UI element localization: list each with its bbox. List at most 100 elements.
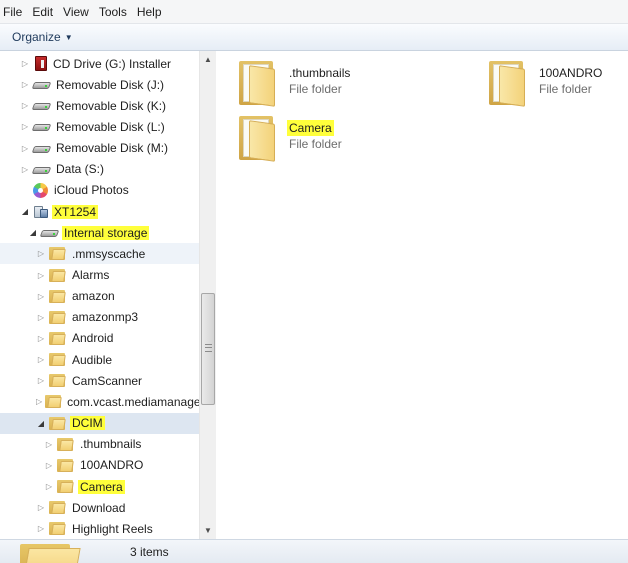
folder-icon xyxy=(49,373,66,388)
tree-item-label: Data (S:) xyxy=(56,162,105,177)
folder-icon xyxy=(49,521,66,536)
tree-item-label: amazon xyxy=(72,289,115,304)
folder-icon xyxy=(49,416,66,431)
tree-item-removable-disk-l[interactable]: ▷ Removable Disk (L:) xyxy=(0,116,199,137)
expand-arrow-icon[interactable]: ▷ xyxy=(36,397,42,407)
tree-item-removable-disk-j[interactable]: ▷ Removable Disk (J:) xyxy=(0,74,199,95)
navigation-scrollbar[interactable]: ▲ ▼ xyxy=(199,51,216,539)
menu-view[interactable]: View xyxy=(58,0,94,24)
folder-icon xyxy=(237,59,281,107)
menu-file[interactable]: File xyxy=(0,0,27,24)
expand-arrow-icon[interactable]: ▷ xyxy=(36,249,46,259)
tree-item-android[interactable]: ▷ Android xyxy=(0,328,199,349)
expand-arrow-icon[interactable]: ▷ xyxy=(44,439,54,449)
tree-item-removable-disk-m[interactable]: ▷ Removable Disk (M:) xyxy=(0,138,199,159)
expand-arrow-icon[interactable]: ▷ xyxy=(36,503,46,513)
collapse-arrow-icon[interactable]: ◢ xyxy=(20,207,30,217)
expand-arrow-icon[interactable]: ▷ xyxy=(36,355,46,365)
organize-button[interactable]: Organize ▼ xyxy=(7,28,78,46)
folder-name: 100ANDRO xyxy=(539,66,603,80)
tree-item-audible[interactable]: ▷ Audible xyxy=(0,349,199,370)
folder-icon xyxy=(487,59,531,107)
tree-item-removable-disk-k[interactable]: ▷ Removable Disk (K:) xyxy=(0,95,199,116)
tree-item-label: CamScanner xyxy=(72,373,143,388)
tree-item-cd-drive-g-installer[interactable]: ▷ CD Drive (G:) Installer xyxy=(0,53,199,74)
tree-item-label: amazonmp3 xyxy=(72,310,139,325)
expand-arrow-icon[interactable]: ▷ xyxy=(36,270,46,280)
tree-item-label: .thumbnails xyxy=(80,437,142,452)
folder-tile-100andro[interactable]: 100ANDRO File folder xyxy=(487,59,604,111)
tree-item-label: Audible xyxy=(72,352,113,367)
tree-item-label: com.vcast.mediamanager xyxy=(67,394,205,409)
expand-arrow-icon[interactable]: ▷ xyxy=(36,524,46,534)
tree-item-internal-storage[interactable]: ◢ Internal storage xyxy=(0,222,199,243)
tree-item-data-s[interactable]: ▷ Data (S:) xyxy=(0,159,199,180)
folder-tile-camera[interactable]: Camera File folder xyxy=(237,114,344,166)
tree-item-alarms[interactable]: ▷ Alarms xyxy=(0,265,199,286)
tree-item-label: Removable Disk (M:) xyxy=(56,141,169,156)
drive-icon xyxy=(31,119,52,134)
folder-type: File folder xyxy=(539,82,592,96)
scroll-up-arrow-icon[interactable]: ▲ xyxy=(200,51,216,68)
tree-item-xt1254[interactable]: ◢ XT1254 xyxy=(0,201,199,222)
tree-item-amazon[interactable]: ▷ amazon xyxy=(0,286,199,307)
collapse-arrow-icon[interactable]: ◢ xyxy=(28,228,38,238)
grip-icon xyxy=(205,344,212,352)
folder-icon xyxy=(49,310,66,325)
folder-tile-thumbnails[interactable]: .thumbnails File folder xyxy=(237,59,352,111)
scroll-thumb[interactable] xyxy=(201,293,215,405)
tree-item-amazonmp3[interactable]: ▷ amazonmp3 xyxy=(0,307,199,328)
tree-item-camera[interactable]: ▷ Camera xyxy=(0,476,199,497)
tree-item-label: Android xyxy=(72,331,114,346)
tree-item-label: Download xyxy=(72,500,126,515)
tree-item-download[interactable]: ▷ Download xyxy=(0,497,199,518)
tree-item-mmsyscache[interactable]: ▷ .mmsyscache xyxy=(0,243,199,265)
tree-item-label: Removable Disk (K:) xyxy=(56,98,167,113)
expand-arrow-icon[interactable]: ▷ xyxy=(20,143,30,153)
expand-arrow-icon[interactable]: ▷ xyxy=(44,460,54,470)
expand-arrow-icon[interactable]: ▷ xyxy=(44,482,54,492)
tree-item-highlight-reels[interactable]: ▷ Highlight Reels xyxy=(0,518,199,539)
expand-arrow-icon[interactable]: ▷ xyxy=(20,101,30,111)
drive-icon xyxy=(31,98,52,113)
folder-icon xyxy=(57,458,74,473)
tree-item-100andro[interactable]: ▷ 100ANDRO xyxy=(0,455,199,476)
menu-tools[interactable]: Tools xyxy=(94,0,132,24)
expand-arrow-icon[interactable]: ▷ xyxy=(20,122,30,132)
folder-icon xyxy=(237,114,281,162)
folder-icon xyxy=(20,544,81,563)
tree-item-label: Alarms xyxy=(72,268,110,282)
expand-arrow-icon[interactable]: ▷ xyxy=(20,164,30,174)
item-count: 3 items xyxy=(130,545,169,559)
portable-device-icon xyxy=(33,204,48,219)
organize-label: Organize xyxy=(12,30,61,44)
menu-edit[interactable]: Edit xyxy=(27,0,58,24)
expand-arrow-icon[interactable]: ▷ xyxy=(36,291,46,301)
folder-icon xyxy=(45,394,62,409)
file-list-pane[interactable]: .thumbnails File folder 100ANDRO File folde… xyxy=(217,51,628,539)
tree-item-camscanner[interactable]: ▷ CamScanner xyxy=(0,370,199,391)
expand-arrow-icon[interactable]: ▷ xyxy=(36,333,46,343)
tree-item-icloud-photos[interactable]: iCloud Photos xyxy=(0,180,199,201)
tree-item-thumbnails[interactable]: ▷ .thumbnails xyxy=(0,434,199,455)
tree-item-com-vcast-mediamanager[interactable]: ▷ com.vcast.mediamanager xyxy=(0,391,205,412)
expand-arrow-icon[interactable]: ▷ xyxy=(20,59,30,69)
drive-icon xyxy=(31,77,52,92)
folder-name: Camera xyxy=(287,120,334,136)
expand-arrow-icon[interactable]: ▷ xyxy=(36,312,46,322)
collapse-arrow-icon[interactable]: ◢ xyxy=(36,418,46,428)
navigation-pane[interactable]: ▷ CD Drive (G:) Installer ▷ Removable Disk … xyxy=(0,51,216,539)
tree-item-dcim[interactable]: ◢ DCIM xyxy=(0,412,199,434)
menu-help[interactable]: Help xyxy=(132,0,167,24)
folder-icon xyxy=(49,268,66,283)
expand-arrow-icon[interactable]: ▷ xyxy=(36,376,46,386)
folder-icon xyxy=(49,500,66,515)
scroll-down-arrow-icon[interactable]: ▼ xyxy=(200,522,216,539)
tree-item-label: Internal storage xyxy=(62,225,150,240)
tree-item-label: iCloud Photos xyxy=(54,183,129,198)
expand-arrow-icon[interactable]: ▷ xyxy=(20,80,30,90)
folder-icon xyxy=(49,331,66,346)
menu-bar: File Edit View Tools Help xyxy=(0,0,628,24)
drive-icon xyxy=(39,225,60,240)
